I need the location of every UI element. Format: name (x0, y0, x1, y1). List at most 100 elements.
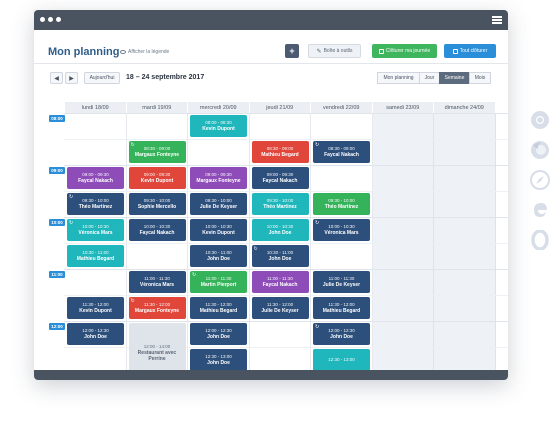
calendar-event[interactable]: 12:00 - 12:30 John Doe (190, 323, 247, 345)
calendar-event[interactable]: 09:30 - 10:00 Sophie Mercello (128, 193, 186, 215)
event-name: Kevin Dupont (202, 125, 235, 132)
day-header[interactable]: jeudi 21/09 (249, 102, 311, 113)
calendar-event[interactable]: 11:00 - 11:30 Faycal Nakach (251, 271, 309, 293)
calendar-event[interactable]: ↻ 09:30 - 10:00 Théo Martinez (67, 193, 124, 215)
hour-label: 09:00 (49, 167, 65, 174)
calendar-event[interactable]: 10:30 - 11:00 Mathieu Begard (67, 245, 124, 267)
event-name: Faycal Nakach (262, 281, 298, 288)
calendar-event[interactable]: 09:30 - 10:00 Julie De Keyser (190, 193, 247, 215)
close-my-day-label: Clôturer ma journée (385, 48, 431, 54)
show-legend-label: Afficher la légende (128, 49, 170, 55)
day-header[interactable]: mercredi 20/09 (188, 102, 250, 113)
day-column[interactable] (434, 113, 496, 370)
view-month-button[interactable]: Mois (469, 72, 491, 84)
calendar-event[interactable]: 10:00 - 10:30 John Doe (251, 219, 309, 241)
event-time: 11:30 - 12:00 (328, 302, 355, 308)
hamburger-menu-icon[interactable] (492, 16, 502, 24)
calendar-event[interactable]: ↻ 10:00 - 10:30 Véronica Mars (313, 219, 370, 241)
calendar-event[interactable]: 10:30 - 11:00 John Doe (190, 245, 247, 267)
today-button[interactable]: Aujourd'hui (84, 72, 120, 84)
day-column[interactable] (372, 113, 434, 370)
view-week-button[interactable]: Semaine (439, 72, 470, 84)
event-time: 09:00 - 09:30 (143, 172, 171, 178)
calendar-event[interactable]: ↻ 12:00 - 12:30 John Doe (313, 323, 370, 345)
window-titlebar (34, 10, 508, 30)
hour-label: 08:00 (49, 115, 65, 122)
show-legend-link[interactable]: Afficher la légende (120, 49, 169, 55)
date-range-label: 18 – 24 septembre 2017 (126, 74, 205, 81)
event-time: 09:30 - 10:00 (82, 198, 109, 204)
toolbox-button[interactable]: ✎ Boîte à outils (308, 44, 361, 58)
firefox-icon (531, 141, 549, 159)
calendar-event[interactable]: 11:30 - 12:00 Mathieu Begard (313, 297, 370, 319)
calendar-event[interactable]: 10:00 - 10:30 Faycal Nakach (128, 219, 186, 241)
event-time: 11:00 - 11:30 (205, 276, 232, 282)
calendar-event[interactable]: 08:00 - 08:30 Kevin Dupont (190, 115, 247, 137)
calendar-event[interactable]: 09:00 - 09:30 Kevin Dupont (128, 167, 186, 189)
day-header[interactable]: mardi 19/09 (126, 102, 188, 113)
event-time: 09:00 - 09:30 (82, 172, 109, 178)
event-time: 12:30 - 13:00 (328, 357, 355, 363)
calendar-event[interactable]: ↻ 08:30 - 09:00 Faycal Nakach (313, 141, 370, 163)
calendar-event[interactable]: 11:30 - 12:00 Kevin Dupont (67, 297, 124, 319)
event-time: 11:30 - 12:00 (266, 302, 294, 308)
view-my-planning-button[interactable]: Mon planning (377, 72, 420, 84)
calendar-event[interactable]: 12:00 - 14:00 Restaurant avec Perrine (128, 323, 186, 370)
event-name: Théo Martinez (263, 203, 297, 210)
calendar-event[interactable]: ↻ 10:00 - 10:30 Véronica Mars (67, 219, 124, 241)
calendar-event[interactable]: 09:00 - 09:30 Faycal Nakach (67, 167, 124, 189)
calendar-event[interactable]: 12:00 - 12:30 John Doe (67, 323, 124, 345)
event-time: 12:00 - 12:30 (328, 328, 355, 334)
window-dot-icon (56, 17, 61, 22)
view-day-button[interactable]: Jour (419, 72, 440, 84)
add-button[interactable]: + (285, 44, 299, 58)
calendar-event[interactable]: 11:30 - 12:00 Mathieu Begard (190, 297, 247, 319)
grid-line (64, 165, 508, 166)
calendar-event[interactable]: 11:30 - 12:00 Julie De Keyser (251, 297, 309, 319)
calendar-event[interactable]: 11:00 - 11:30 Véronica Mars (128, 271, 186, 293)
event-name: Kevin Dupont (202, 229, 235, 236)
calendar-event[interactable]: 08:30 - 09:00 Mathieu Begard (251, 141, 309, 163)
previous-week-button[interactable]: ◀ (50, 72, 63, 84)
event-time: 10:30 - 11:00 (266, 250, 294, 256)
window-dots (40, 17, 61, 22)
calendar-event[interactable]: 09:30 - 10:00 Théo Martinez (313, 193, 370, 215)
window-dot-icon (48, 17, 53, 22)
calendar-event[interactable]: 10:00 - 10:30 Kevin Dupont (190, 219, 247, 241)
next-week-button[interactable]: ▶ (65, 72, 78, 84)
day-header[interactable]: vendredi 22/09 (311, 102, 373, 113)
event-name: Julie De Keyser (261, 307, 299, 314)
calendar-event[interactable]: 09:30 - 10:00 Théo Martinez (251, 193, 309, 215)
calendar-event[interactable]: 12:30 - 13:00 John Doe (190, 349, 247, 370)
event-name: John Doe (207, 359, 230, 366)
calendar-event[interactable]: ↻ 10:30 - 11:00 John Doe (251, 245, 309, 267)
recurring-icon: ↻ (130, 142, 135, 148)
view-switcher: Mon planning Jour Semaine Mois (377, 72, 491, 84)
event-time: 10:30 - 11:00 (82, 250, 109, 256)
event-name: Mathieu Begard (199, 307, 238, 314)
calendar-event[interactable]: ↻ 11:30 - 12:00 Margaux Fonteyne (128, 297, 186, 319)
grid-line (64, 321, 508, 322)
calendar-event[interactable]: 12:30 - 13:00 (313, 349, 370, 370)
event-time: 09:00 - 09:30 (266, 172, 294, 178)
calendar-event[interactable]: ↻ 11:00 - 11:30 Martin Pierport (190, 271, 247, 293)
event-time: 10:00 - 10:30 (266, 224, 294, 230)
planning-app: Mon planning Afficher la légende + ✎ Boî… (34, 30, 508, 370)
day-header[interactable]: samedi 23/09 (372, 102, 434, 113)
event-name: John Doe (207, 255, 230, 262)
event-name: Faycal Nakach (324, 151, 359, 158)
event-time: 11:30 - 12:00 (82, 302, 109, 308)
close-all-button[interactable]: Tout clôturer (444, 44, 496, 58)
day-header[interactable]: dimanche 24/09 (434, 102, 496, 113)
day-header[interactable]: lundi 18/09 (65, 102, 127, 113)
calendar-event[interactable]: 09:00 - 09:30 Faycal Nakach (251, 167, 309, 189)
event-name: Mathieu Begard (76, 255, 115, 262)
calendar-event[interactable]: ↻ 08:30 - 09:00 Margaux Fonteyne (128, 141, 186, 163)
event-time: 08:30 - 09:00 (143, 146, 171, 152)
event-name: Julie De Keyser (199, 203, 238, 210)
calendar-event[interactable]: 11:00 - 11:30 Julie De Keyser (313, 271, 370, 293)
calendar-event[interactable]: 09:00 - 09:30 Margaux Fonteyne (190, 167, 247, 189)
close-my-day-button[interactable]: Clôturer ma journée (372, 44, 437, 58)
grid-line (64, 139, 508, 140)
event-time: 11:30 - 12:00 (205, 302, 232, 308)
